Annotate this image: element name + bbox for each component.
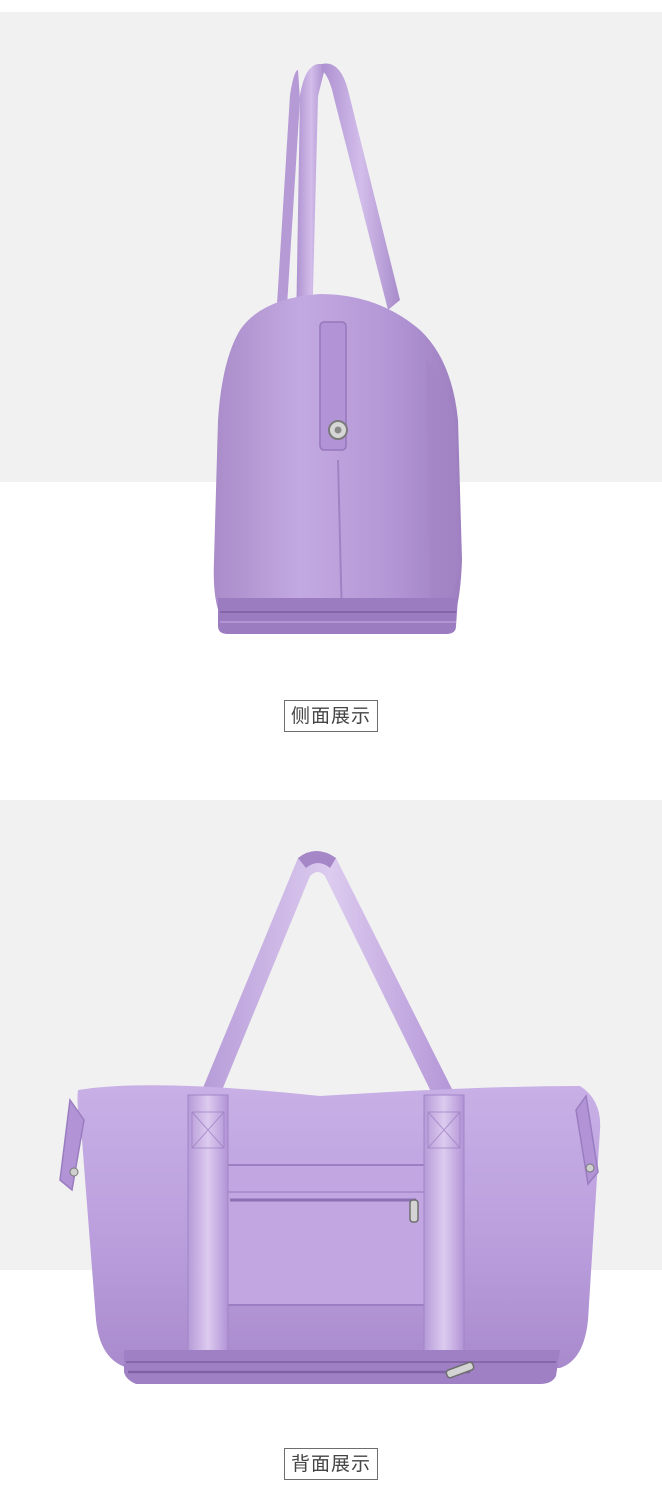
back-strap-left: [187, 1094, 229, 1356]
back-bag-bottom-expansion: [124, 1350, 560, 1384]
side-strap-right: [322, 63, 400, 310]
side-strap-back: [276, 70, 300, 322]
side-bag-bottom-expansion: [218, 598, 458, 634]
side-strap-left: [296, 64, 326, 330]
back-view-caption: 背面展示: [283, 1448, 379, 1480]
back-handle-loop: [200, 851, 460, 1110]
zipper-pull: [409, 1199, 419, 1223]
side-view-caption: 侧面展示: [283, 700, 379, 732]
back-strap-right: [423, 1094, 465, 1356]
back-zip-pocket: [221, 1164, 431, 1306]
back-view-bag-image: [59, 851, 601, 1384]
side-view-section: 侧面展示: [0, 0, 662, 760]
back-view-section: 背面展示: [0, 760, 662, 1499]
side-view-bag-image: [213, 63, 462, 634]
